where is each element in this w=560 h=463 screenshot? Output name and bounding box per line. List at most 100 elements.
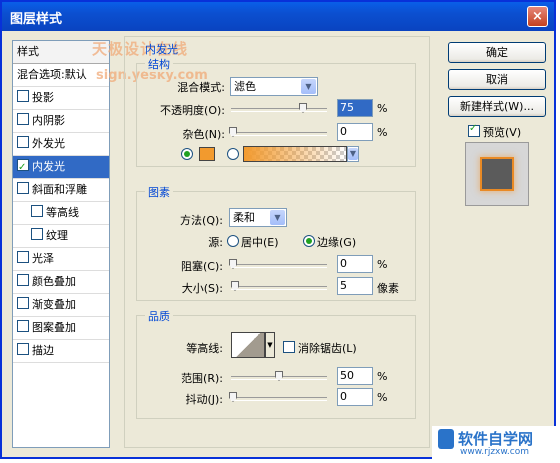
sidebar-item-inner-shadow[interactable]: 内阴影 [13,110,109,133]
checkbox-icon[interactable] [17,113,29,125]
dialog-title: 图层样式 [10,12,63,27]
slider-thumb[interactable] [275,371,283,381]
size-unit: 像素 [377,282,399,295]
checkbox-icon[interactable] [17,343,29,355]
title-bar[interactable]: 图层样式 × [2,2,554,31]
sidebar-item-gradient-overlay[interactable]: 渐变叠加 [13,294,109,317]
gradient-radio[interactable] [227,148,241,162]
group-legend: 结构 [145,56,173,72]
opacity-input[interactable]: 75 [337,99,373,117]
choke-slider[interactable] [229,259,327,269]
gradient-dropdown[interactable]: ▼ [347,146,359,162]
noise-input[interactable]: 0 [337,123,373,141]
source-edge-radio[interactable]: 边缘(G) [303,234,356,250]
sidebar-item-outer-glow[interactable]: 外发光 [13,133,109,156]
range-input[interactable]: 50 [337,367,373,385]
chevron-down-icon: ▼ [348,148,358,160]
solid-color-radio[interactable] [181,148,195,162]
checkbox-icon[interactable] [17,251,29,263]
choke-label: 阻塞(C): [181,260,223,273]
checkbox-icon[interactable] [17,274,29,286]
slider-thumb[interactable] [229,259,237,269]
sidebar-item-texture[interactable]: 纹理 [13,225,109,248]
sidebar-item-label: 光泽 [32,252,54,265]
opacity-unit: % [377,102,388,115]
checkbox-icon[interactable] [17,297,29,309]
sidebar-item-inner-glow[interactable]: 内发光 [13,156,109,179]
blend-mode-select[interactable]: 滤色 ▼ [230,77,318,96]
jitter-slider[interactable] [229,392,327,402]
sidebar-item-stroke[interactable]: 描边 [13,340,109,363]
group-legend: 品质 [145,308,173,324]
slider-thumb[interactable] [229,127,237,137]
sidebar-item-label: 斜面和浮雕 [32,183,87,196]
sidebar-item-contour[interactable]: 等高线 [13,202,109,225]
sidebar-item-label: 图案叠加 [32,321,76,334]
cancel-button[interactable]: 取消 [448,69,546,90]
preview-swatch [482,159,512,189]
chevron-down-icon: ▼ [270,210,285,225]
sidebar-item-label: 等高线 [46,206,79,219]
sidebar-item-label: 渐变叠加 [32,298,76,311]
source-center-label: 居中(E) [241,236,279,249]
structure-group: 结构 混合模式: 滤色 ▼ 不透明度(O): 75 % 杂色(N): 0 % ▼ [136,56,416,167]
site-brand: 软件自学网 www.rjzxw.com [432,426,556,459]
gradient-picker[interactable] [243,146,347,162]
range-label: 范围(R): [181,372,223,385]
contour-label: 等高线: [186,342,223,355]
new-style-button[interactable]: 新建样式(W)... [448,96,546,117]
checkbox-icon[interactable] [17,320,29,332]
jitter-input[interactable]: 0 [337,388,373,406]
checkbox-icon[interactable] [31,205,43,217]
preview-label: 预览(V) [483,126,522,139]
blending-options-item[interactable]: 混合选项:默认 [13,64,109,87]
sidebar-item-label: 投影 [32,91,54,104]
sidebar-item-drop-shadow[interactable]: 投影 [13,87,109,110]
slider-thumb[interactable] [229,392,237,402]
style-preview [465,142,529,206]
preview-checkbox[interactable]: 预览(V) [468,123,522,140]
checkbox-icon[interactable] [17,182,29,194]
opacity-slider[interactable] [231,103,327,113]
sidebar-item-label: 外发光 [32,137,65,150]
sidebar-item-pattern-overlay[interactable]: 图案叠加 [13,317,109,340]
sidebar-item-color-overlay[interactable]: 颜色叠加 [13,271,109,294]
checkbox-checked-icon [468,123,480,137]
brand-logo-icon [438,429,454,449]
radio-icon [227,235,239,247]
range-slider[interactable] [231,371,327,381]
blend-mode-value: 滤色 [234,80,256,93]
source-label: 源: [208,236,223,249]
source-edge-label: 边缘(G) [317,236,357,249]
noise-slider[interactable] [229,127,327,137]
sidebar-item-satin[interactable]: 光泽 [13,248,109,271]
method-label: 方法(Q): [180,214,223,227]
ok-button[interactable]: 确定 [448,42,546,63]
anti-alias-checkbox[interactable]: 消除锯齿(L) [283,340,357,356]
group-legend: 图素 [145,184,173,200]
technique-select[interactable]: 柔和 ▼ [229,208,287,227]
size-label: 大小(S): [181,282,223,295]
checkbox-icon[interactable] [17,90,29,102]
checkbox-icon[interactable] [17,136,29,148]
slider-thumb[interactable] [299,103,307,113]
checkbox-checked-icon[interactable] [17,157,29,178]
jitter-unit: % [377,391,388,404]
slider-thumb[interactable] [231,281,239,291]
choke-input[interactable]: 0 [337,255,373,273]
checkbox-icon[interactable] [31,228,43,240]
style-list: 样式 混合选项:默认 投影 内阴影 外发光 内发光 斜面和浮雕 等高线 纹理 光… [12,40,110,448]
source-center-radio[interactable]: 居中(E) [227,234,279,250]
choke-unit: % [377,258,388,271]
contour-picker[interactable] [231,332,265,358]
sidebar-item-label: 纹理 [46,229,68,242]
close-icon[interactable]: × [527,6,548,27]
glow-color-swatch[interactable] [199,147,215,161]
size-input[interactable]: 5 [337,277,373,295]
radio-selected-icon [303,235,315,247]
size-slider[interactable] [231,281,327,291]
quality-group: 品质 等高线: ▼ 消除锯齿(L) 范围(R): 50 % 抖动(J): 0 % [136,308,416,419]
chevron-down-icon[interactable]: ▼ [265,332,275,358]
range-unit: % [377,370,388,383]
sidebar-item-bevel-emboss[interactable]: 斜面和浮雕 [13,179,109,202]
